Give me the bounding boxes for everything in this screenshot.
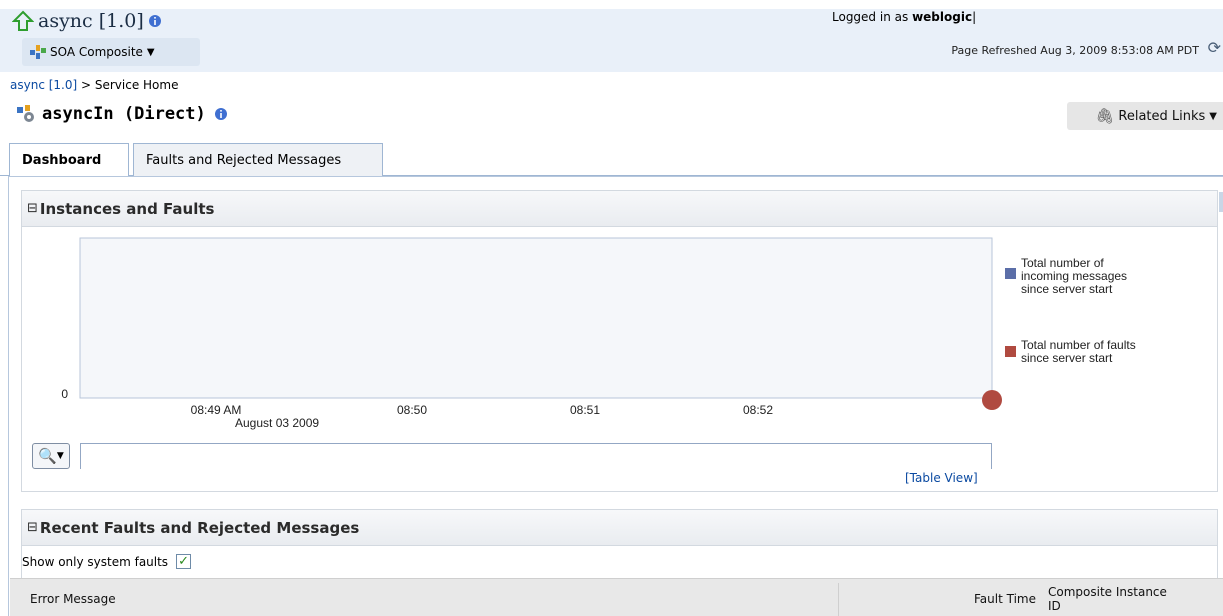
header-top-edge <box>0 0 1223 9</box>
legend-label-incoming: Total number of incoming messages since … <box>1021 256 1130 296</box>
tab-faults-and-rejected-messages[interactable]: Faults and Rejected Messages <box>133 143 383 176</box>
logged-in-user[interactable]: weblogic <box>912 10 972 24</box>
logged-in-prefix: Logged in as <box>832 10 909 24</box>
x-tick-label: 08:50 <box>397 403 427 417</box>
chevron-down-icon: ▼ <box>1209 110 1217 122</box>
table-view-link[interactable]: [Table View] <box>905 471 978 485</box>
service-title-row: asyncIn (Direct) <box>16 104 228 124</box>
column-header-error-message[interactable]: Error Message <box>30 579 116 616</box>
show-system-faults-row: Show only system faults ✓ <box>22 554 192 569</box>
column-divider <box>838 583 839 616</box>
soa-composite-menu[interactable]: SOA Composite ▼ <box>22 38 200 66</box>
logged-in-status: Logged in as weblogic| <box>832 10 977 24</box>
tab-faults-label: Faults and Rejected Messages <box>146 152 342 168</box>
breadcrumb-separator: > <box>77 78 95 92</box>
collapse-icon[interactable]: ⊟ <box>27 520 38 535</box>
breadcrumb: async [1.0] > Service Home <box>10 78 178 92</box>
instances-panel-header[interactable]: ⊟ Instances and Faults <box>22 191 1217 227</box>
column-header-composite-instance-id[interactable]: Composite Instance ID <box>1048 579 1178 616</box>
refresh-icon[interactable]: ⟳ <box>1208 38 1221 57</box>
recent-faults-panel: ⊟ Recent Faults and Rejected Messages Sh… <box>10 509 1223 616</box>
column-header-fault-time[interactable]: Fault Time <box>974 579 1036 616</box>
page-refreshed-text: Page Refreshed Aug 3, 2009 8:53:08 AM PD… <box>951 44 1199 57</box>
faults-table-header: Error Message Fault Time Composite Insta… <box>10 578 1223 616</box>
soa-composite-label: SOA Composite <box>50 45 143 59</box>
app-title-row: async [1.0] <box>12 10 162 32</box>
info-icon[interactable] <box>214 107 228 121</box>
magnifier-icon: 🔍 <box>38 447 57 465</box>
x-tick-label: 08:51 <box>570 403 600 417</box>
zoom-button[interactable]: 🔍 ▼ <box>32 443 70 469</box>
scrollbar[interactable] <box>1219 192 1223 212</box>
service-gear-icon <box>17 105 34 122</box>
recent-panel-header[interactable]: ⊟ Recent Faults and Rejected Messages <box>22 510 1217 546</box>
breadcrumb-link-async[interactable]: async [1.0] <box>10 78 77 92</box>
instances-and-faults-panel: ⊟ Instances and Faults 0 08:49 AM 08:50 … <box>21 190 1218 492</box>
chevron-down-icon: ▼ <box>56 451 64 461</box>
related-links-button[interactable]: 🖇 Related Links ▼ <box>1067 102 1223 130</box>
dashboard-content: ⊟ Instances and Faults 0 08:49 AM 08:50 … <box>8 176 1223 616</box>
paperclip-icon: 🖇 <box>1095 107 1115 125</box>
x-tick-label: 08:49 AM <box>191 403 242 417</box>
collapse-icon[interactable]: ⊟ <box>27 201 38 216</box>
y-tick-label: 0 <box>61 387 68 401</box>
page-title: asyncIn (Direct) <box>42 104 206 124</box>
app-title: async [1.0] <box>38 10 144 32</box>
info-icon[interactable] <box>148 14 162 28</box>
show-system-faults-checkbox[interactable]: ✓ <box>176 554 192 569</box>
tab-dashboard-label: Dashboard <box>22 153 102 168</box>
instances-chart: 0 08:49 AM 08:50 08:51 08:52 August 03 2… <box>61 237 1139 430</box>
up-arrow-icon[interactable] <box>12 10 34 32</box>
legend-swatch-faults <box>1005 346 1016 357</box>
x-tick-label: 08:52 <box>743 403 773 417</box>
show-system-faults-label: Show only system faults <box>22 554 169 569</box>
tab-bar: Dashboard Faults and Rejected Messages <box>0 140 1223 177</box>
legend-swatch-incoming <box>1005 268 1016 279</box>
breadcrumb-current: Service Home <box>94 78 179 92</box>
related-links-label: Related Links <box>1118 108 1206 124</box>
app-header: async [1.0] SOA Composite ▼ Logged in as… <box>0 0 1223 72</box>
recent-panel-title: Recent Faults and Rejected Messages <box>39 518 360 537</box>
chart-overview-bar[interactable] <box>80 443 992 469</box>
chart-plot-area <box>79 237 993 399</box>
x-sublabel: August 03 2009 <box>235 416 319 430</box>
instances-panel-title: Instances and Faults <box>39 199 215 218</box>
tab-dashboard[interactable]: Dashboard <box>9 143 129 177</box>
composite-icon <box>30 45 46 59</box>
fault-data-point[interactable] <box>982 390 1002 410</box>
legend-label-faults: Total number of faults since server star… <box>1021 338 1139 365</box>
chevron-down-icon: ▼ <box>146 46 155 58</box>
